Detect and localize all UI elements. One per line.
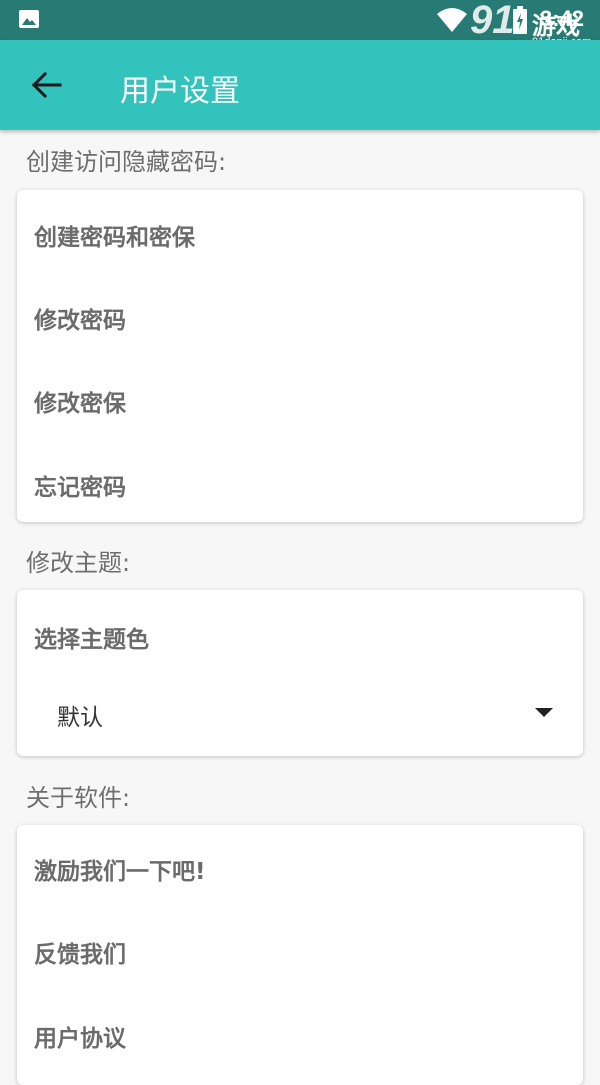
- app-bar: 用户设置: [0, 40, 600, 130]
- dropdown-arrow-icon: [535, 708, 553, 717]
- section-title-password: 创建访问隐藏密码:: [26, 148, 227, 176]
- wifi-icon: [437, 8, 467, 32]
- theme-color-selected: 默认: [57, 705, 103, 731]
- section-title-about: 关于软件:: [26, 784, 131, 812]
- about-card: 激励我们一下吧! 反馈我们 用户协议: [17, 825, 583, 1085]
- forgot-password-item[interactable]: 忘记密码: [34, 468, 126, 502]
- back-button[interactable]: [24, 62, 70, 108]
- section-title-theme: 修改主题:: [26, 549, 131, 577]
- theme-color-label: 选择主题色: [34, 627, 149, 653]
- change-security-question-item[interactable]: 修改密保: [34, 384, 126, 418]
- create-password-item[interactable]: 创建密码和密保: [34, 218, 195, 252]
- theme-card: 选择主题色 默认: [17, 590, 583, 756]
- image-icon: [19, 10, 39, 28]
- feedback-item[interactable]: 反馈我们: [34, 935, 126, 969]
- user-agreement-item[interactable]: 用户协议: [34, 1019, 126, 1053]
- arrow-left-icon: [32, 72, 62, 98]
- watermark-logo-number: 91: [470, 0, 515, 42]
- encourage-us-item[interactable]: 激励我们一下吧!: [34, 852, 206, 886]
- change-password-item[interactable]: 修改密码: [34, 301, 126, 335]
- password-card: 创建密码和密保 修改密码 修改密保 忘记密码: [17, 190, 583, 522]
- theme-color-dropdown[interactable]: 默认: [17, 678, 583, 748]
- page-title: 用户设置: [120, 74, 240, 109]
